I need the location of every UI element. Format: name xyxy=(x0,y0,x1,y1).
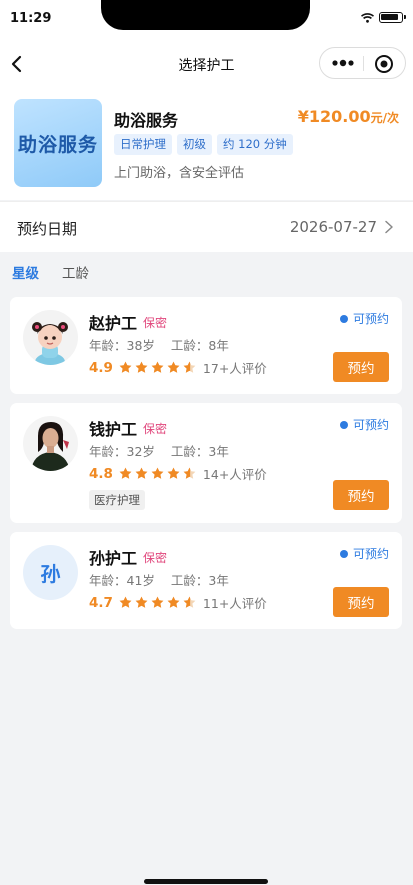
service-thumbnail: 助浴服务 xyxy=(14,99,102,187)
device-notch xyxy=(101,0,310,30)
caregiver-card[interactable]: 赵护工 保密 年龄：38岁 工龄：8年 4.9 17+人评价 可预约 预约 xyxy=(10,297,402,394)
wifi-icon xyxy=(361,12,374,23)
caregiver-experience: 工龄：3年 xyxy=(170,573,229,588)
caregiver-card[interactable]: 孙 孙护工 保密 年龄：41岁 工龄：3年 4.7 11+人评价 可预约 预约 xyxy=(10,532,402,629)
star-icon xyxy=(151,361,164,373)
cartoon-avatar-image xyxy=(23,310,78,365)
book-button[interactable]: 预约 xyxy=(333,352,389,382)
chevron-right-icon xyxy=(385,220,393,234)
caregiver-meta: 年龄：38岁 工龄：8年 xyxy=(89,335,229,354)
caregiver-rating: 4.8 14+人评价 xyxy=(89,464,267,483)
booking-date-value[interactable]: 2026-07-27 xyxy=(290,218,377,236)
avatar: 孙 xyxy=(23,545,78,600)
nav-bar: 选择护工 xyxy=(0,40,413,88)
tab-experience[interactable]: 工龄 xyxy=(62,262,89,282)
caregiver-age: 年龄：41岁 xyxy=(89,573,155,588)
home-indicator xyxy=(144,879,268,884)
rating-score: 4.7 xyxy=(89,594,113,611)
star-rating xyxy=(119,361,196,374)
caregiver-experience: 工龄：3年 xyxy=(170,444,229,459)
star-icon xyxy=(135,361,148,373)
booking-date-label: 预约日期 xyxy=(17,220,78,238)
availability-status: 可预约 xyxy=(339,545,389,562)
star-icon xyxy=(167,596,180,608)
caregiver-photo xyxy=(23,416,78,471)
caregiver-rating: 4.9 17+人评价 xyxy=(89,358,267,377)
service-tag: 约 120 分钟 xyxy=(217,134,293,155)
star-icon xyxy=(151,596,164,608)
caregiver-card[interactable]: 钱护工 保密 年龄：32岁 工龄：3年 4.8 14+人评价 医疗护理 可预约 … xyxy=(10,403,402,523)
service-tag: 日常护理 xyxy=(114,134,172,155)
privacy-badge: 保密 xyxy=(143,316,168,330)
avatar xyxy=(23,416,78,471)
star-icon xyxy=(151,467,164,479)
star-rating xyxy=(119,467,196,480)
book-button[interactable]: 预约 xyxy=(333,480,389,510)
more-icon[interactable] xyxy=(331,53,355,73)
booking-date-row[interactable]: 预约日期 2026-07-27 xyxy=(0,201,413,252)
status-icons xyxy=(361,12,406,23)
star-icon xyxy=(167,467,180,479)
star-icon xyxy=(167,361,180,373)
battery-icon xyxy=(379,12,406,23)
caregiver-age: 年龄：32岁 xyxy=(89,444,155,459)
caregiver-rating: 4.7 11+人评价 xyxy=(89,593,267,612)
caregiver-name: 孙护工 xyxy=(89,549,138,568)
service-thumbnail-text: 助浴服务 xyxy=(17,133,98,156)
capsule-divider xyxy=(363,56,364,71)
status-time: 11:29 xyxy=(10,11,52,26)
service-tag: 初级 xyxy=(177,134,212,155)
review-count: 11+人评价 xyxy=(202,596,267,611)
availability-label: 可预约 xyxy=(352,418,389,432)
star-icon xyxy=(183,361,196,373)
service-tags: 日常护理 初级 约 120 分钟 xyxy=(114,134,293,155)
caregiver-age: 年龄：38岁 xyxy=(89,338,155,353)
availability-label: 可预约 xyxy=(352,547,389,561)
privacy-badge: 保密 xyxy=(143,551,168,565)
availability-status: 可预约 xyxy=(339,416,389,433)
caregiver-name: 赵护工 xyxy=(89,314,138,333)
service-card: 助浴服务 助浴服务 ¥120.00元/次 日常护理 初级 约 120 分钟 上门… xyxy=(0,88,413,200)
privacy-badge: 保密 xyxy=(143,422,168,436)
status-dot-icon xyxy=(339,549,348,558)
star-icon xyxy=(119,361,132,373)
status-dot-icon xyxy=(339,420,348,429)
star-icon xyxy=(119,596,132,608)
caregiver-meta: 年龄：41岁 工龄：3年 xyxy=(89,570,229,589)
review-count: 17+人评价 xyxy=(202,361,267,376)
specialty-tag: 医疗护理 xyxy=(89,490,145,510)
price-amount: ¥120.00 xyxy=(297,107,371,126)
rating-score: 4.8 xyxy=(89,465,113,482)
price-unit: 元/次 xyxy=(370,111,399,125)
sort-tabs: 星级 工龄 xyxy=(0,252,413,289)
caregiver-name: 钱护工 xyxy=(89,420,138,439)
rating-score: 4.9 xyxy=(89,359,113,376)
review-count: 14+人评价 xyxy=(202,467,267,482)
book-button[interactable]: 预约 xyxy=(333,587,389,617)
star-icon xyxy=(135,467,148,479)
star-icon xyxy=(119,467,132,479)
service-description: 上门助浴，含安全评估 xyxy=(114,166,245,181)
service-price: ¥120.00元/次 xyxy=(298,107,399,126)
star-icon xyxy=(135,596,148,608)
star-icon xyxy=(183,596,196,608)
tab-rating[interactable]: 星级 xyxy=(12,262,39,282)
caregiver-experience: 工龄：8年 xyxy=(170,338,229,353)
availability-label: 可预约 xyxy=(352,312,389,326)
availability-status: 可预约 xyxy=(339,310,389,327)
service-name: 助浴服务 xyxy=(114,111,179,130)
mini-program-capsule xyxy=(319,47,406,79)
status-dot-icon xyxy=(339,314,348,323)
star-icon xyxy=(183,467,196,479)
star-rating xyxy=(119,596,196,609)
status-bar: 11:29 xyxy=(0,0,413,40)
avatar xyxy=(23,310,78,365)
close-mini-program-icon[interactable] xyxy=(374,54,394,74)
caregiver-meta: 年龄：32岁 工龄：3年 xyxy=(89,441,229,460)
